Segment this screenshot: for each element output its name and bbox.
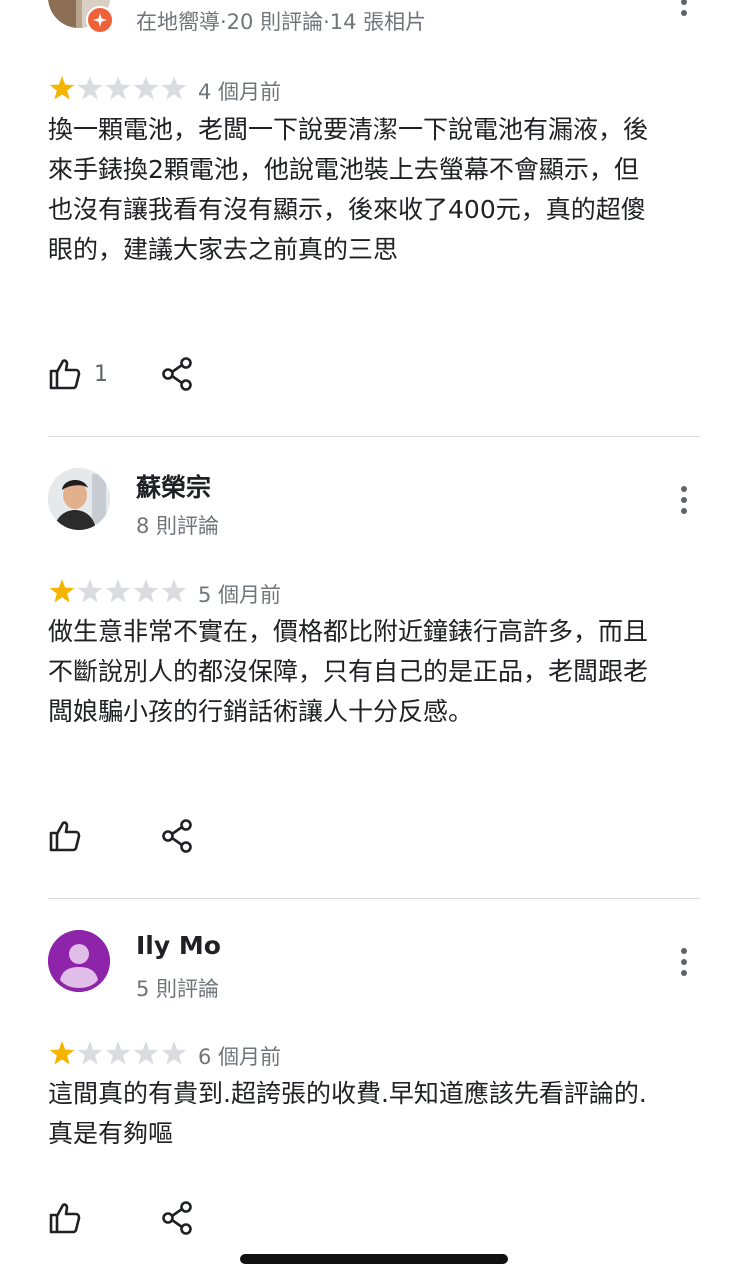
reviewer-avatar[interactable] xyxy=(48,468,110,530)
review-text: 這間真的有貴到.超誇張的收費.早知道應該先看評論的.真是有夠嘔 xyxy=(48,1079,647,1148)
thumbs-up-icon xyxy=(49,359,81,390)
star-empty-icon xyxy=(133,579,159,603)
thumbs-up-icon xyxy=(49,1203,81,1234)
review-text: 做生意非常不實在，價格都比附近鐘錶行高許多，而且不斷說別人的都沒保障，只有自己的… xyxy=(48,617,649,726)
reviewer-name[interactable]: 蘇榮宗 xyxy=(136,468,211,504)
review-time: 6 個月前 xyxy=(198,1045,282,1069)
star-empty-icon xyxy=(133,76,159,100)
more-options-icon[interactable] xyxy=(666,480,702,520)
star-empty-icon xyxy=(161,76,187,100)
more-options-icon[interactable] xyxy=(666,0,702,22)
star-empty-icon xyxy=(133,1041,159,1065)
avatar-photo-icon xyxy=(48,468,110,530)
star-empty-icon xyxy=(161,1041,187,1065)
star-empty-icon xyxy=(77,579,103,603)
like-button[interactable] xyxy=(48,818,82,854)
star-empty-icon xyxy=(77,1041,103,1065)
share-icon[interactable] xyxy=(160,356,194,392)
star-empty-icon xyxy=(77,76,103,100)
share-icon[interactable] xyxy=(160,818,194,854)
default-person-icon xyxy=(48,930,110,992)
like-count: 1 xyxy=(94,361,108,387)
reviewer-meta: 8 則評論 xyxy=(136,514,220,538)
star-filled-icon xyxy=(49,76,75,100)
reviewer-meta: 在地嚮導·20 則評論·14 張相片 xyxy=(136,10,427,34)
reviewer-avatar[interactable] xyxy=(48,930,110,992)
like-button[interactable]: 1 xyxy=(48,356,108,392)
divider xyxy=(48,436,700,437)
share-icon[interactable] xyxy=(160,1200,194,1236)
review-time: 5 個月前 xyxy=(198,583,282,607)
star-empty-icon xyxy=(161,579,187,603)
star-rating xyxy=(49,1041,187,1065)
review-text: 換一顆電池，老闆一下說要清潔一下說電池有漏液，後來手錶換2顆電池，他說電池裝上去… xyxy=(48,115,649,264)
home-indicator[interactable] xyxy=(240,1254,508,1264)
star-empty-icon xyxy=(105,1041,131,1065)
like-button[interactable] xyxy=(48,1200,82,1236)
thumbs-up-icon xyxy=(49,821,81,852)
reviewer-meta: 5 則評論 xyxy=(136,977,220,1001)
reviews-screen: 在地嚮導·20 則評論·14 張相片 4 個月前 換一顆電池，老闆一下說要清潔一… xyxy=(0,0,748,1280)
star-rating xyxy=(49,76,187,100)
divider xyxy=(48,898,700,899)
reviewer-name[interactable]: Ily Mo xyxy=(136,931,221,960)
star-empty-icon xyxy=(105,76,131,100)
star-filled-icon xyxy=(49,1041,75,1065)
local-guide-badge-icon xyxy=(86,6,114,34)
star-empty-icon xyxy=(105,579,131,603)
review-time: 4 個月前 xyxy=(198,80,282,104)
more-options-icon[interactable] xyxy=(666,942,702,982)
star-rating xyxy=(49,579,187,603)
star-filled-icon xyxy=(49,579,75,603)
